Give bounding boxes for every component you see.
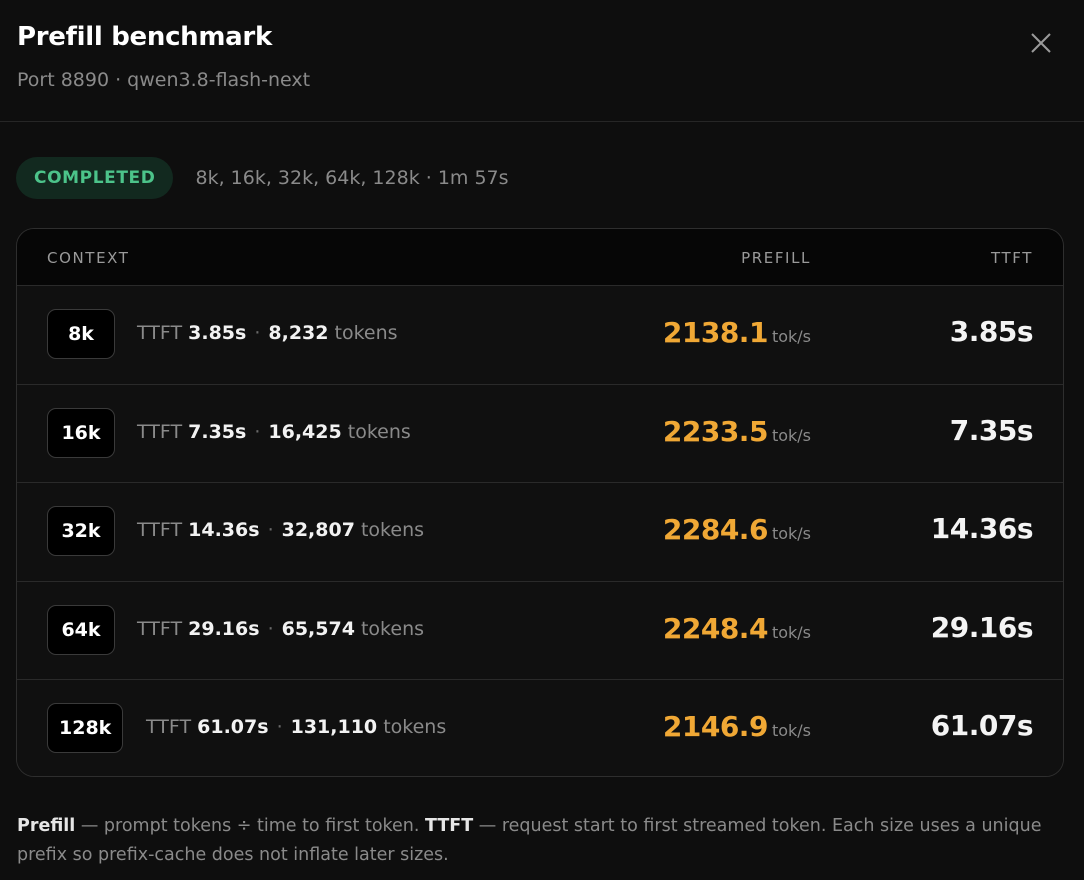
tokens-label: tokens (383, 716, 447, 739)
tokens-label: tokens (334, 322, 398, 344)
footnote: Prefill — prompt tokens ÷ time to first … (17, 812, 1067, 870)
column-header-prefill: PREFILL (741, 249, 811, 267)
ttft-value: 61.07s (930, 709, 1034, 743)
prefill-value: 2138.1 (662, 316, 769, 349)
ttft-label: TTFT (137, 519, 183, 542)
row-details: TTFT 7.35s · 16,425 tokens (137, 421, 411, 443)
column-header-ttft: TTFT (991, 249, 1033, 267)
prefill-value: 2248.4 (662, 611, 769, 645)
prefill-unit: tok/s (771, 524, 811, 544)
context-chip: 8k (47, 309, 115, 359)
context-chip: 32k (47, 506, 115, 557)
footnote-term-prefill: Prefill (17, 816, 76, 836)
table-header: CONTEXT PREFILL TTFT (17, 229, 1063, 286)
table-row: 64k TTFT 29.16s · 65,574 tokens 2248.4 tok/… (17, 581, 1063, 681)
dialog-header: Prefill benchmark Port 8890 · qwen3.8-fl… (0, 0, 1084, 122)
ttft-value: 3.85s (949, 315, 1034, 348)
prefill-unit: tok/s (771, 622, 811, 642)
ttft-value: 14.36s (930, 512, 1034, 546)
prefill-unit: tok/s (771, 327, 811, 346)
prefill-value: 2146.9 (662, 710, 769, 744)
prefill-cell: 2146.9 tok/s (663, 710, 811, 743)
separator: · (254, 322, 261, 344)
prefill-unit: tok/s (771, 721, 811, 741)
tokens-label: tokens (360, 519, 425, 542)
prefill-cell: 2233.5 tok/s (663, 415, 811, 448)
dialog-title: Prefill benchmark (17, 22, 272, 52)
run-summary: 8k, 16k, 32k, 64k, 128k · 1m 57s (195, 167, 509, 189)
token-count: 65,574 (281, 617, 355, 640)
ttft-inline-value: 3.85s (188, 322, 247, 344)
close-icon (1031, 33, 1051, 53)
ttft-inline-value: 14.36s (188, 519, 260, 542)
table-row: 16k TTFT 7.35s · 16,425 tokens 2233.5 tok/s… (17, 384, 1063, 484)
tokens-label: tokens (360, 617, 425, 640)
prefill-unit: tok/s (771, 425, 811, 445)
dialog-subtitle: Port 8890 · qwen3.8-flash-next (17, 69, 311, 91)
row-details: TTFT 3.85s · 8,232 tokens (137, 322, 398, 344)
status-row: COMPLETED 8k, 16k, 32k, 64k, 128k · 1m 5… (16, 157, 509, 199)
ttft-label: TTFT (137, 322, 183, 344)
context-chip: 128k (47, 703, 124, 754)
ttft-inline-value: 29.16s (188, 617, 260, 640)
tokens-label: tokens (347, 420, 411, 443)
ttft-label: TTFT (137, 420, 183, 443)
prefill-value: 2284.6 (662, 513, 769, 547)
ttft-label: TTFT (146, 716, 192, 739)
separator: · (267, 617, 274, 640)
prefill-cell: 2138.1 tok/s (663, 316, 811, 349)
ttft-value: 29.16s (930, 610, 1034, 644)
table-row: 8k TTFT 3.85s · 8,232 tokens 2138.1 tok/s 3… (17, 286, 1063, 385)
status-badge: COMPLETED (16, 157, 174, 199)
context-chip: 64k (47, 604, 115, 655)
ttft-inline-value: 61.07s (197, 716, 269, 739)
row-details: TTFT 29.16s · 65,574 tokens (137, 618, 424, 640)
prefill-value: 2233.5 (662, 414, 769, 448)
prefill-cell: 2284.6 tok/s (663, 513, 811, 546)
token-count: 32,807 (281, 519, 355, 542)
context-chip: 16k (47, 407, 115, 458)
prefill-cell: 2248.4 tok/s (663, 612, 811, 645)
footnote-term-ttft: TTFT (425, 816, 474, 836)
close-button[interactable] (1024, 26, 1058, 60)
table-row: 128k TTFT 61.07s · 131,110 tokens 2146.9 to… (17, 680, 1063, 776)
ttft-label: TTFT (137, 617, 183, 640)
results-table: CONTEXT PREFILL TTFT 8k TTFT 3.85s · 8,232… (16, 228, 1064, 777)
column-header-context: CONTEXT (47, 249, 130, 267)
token-count: 8,232 (268, 322, 329, 344)
row-details: TTFT 61.07s · 131,110 tokens (146, 716, 446, 738)
separator: · (276, 716, 283, 739)
ttft-value: 7.35s (949, 413, 1034, 447)
table-row: 32k TTFT 14.36s · 32,807 tokens 2284.6 tok/… (17, 483, 1063, 582)
footnote-text-prefill: — prompt tokens ÷ time to first token. (75, 816, 426, 836)
separator: · (254, 420, 261, 443)
token-count: 131,110 (290, 716, 378, 739)
separator: · (267, 519, 274, 542)
ttft-inline-value: 7.35s (188, 420, 247, 443)
row-details: TTFT 14.36s · 32,807 tokens (137, 519, 424, 541)
token-count: 16,425 (268, 420, 342, 443)
